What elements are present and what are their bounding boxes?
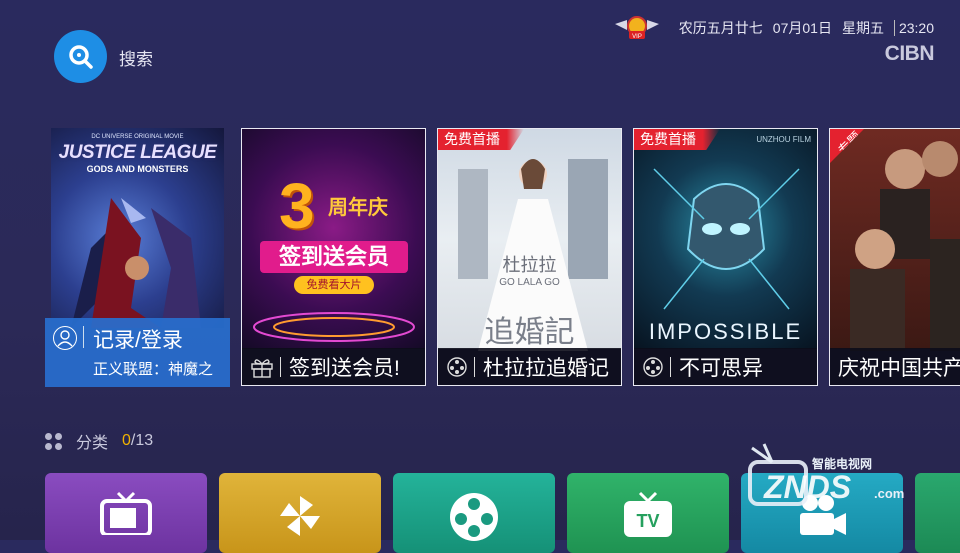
free-premiere-badge: 免费首播 <box>438 129 524 150</box>
anniversary-subtag: 免费看大片 <box>294 276 374 294</box>
search-icon <box>68 44 93 69</box>
impossible-poster: UNZHOU FILM IMPOSSIBLE <box>634 129 817 349</box>
tv-box-icon: TV <box>624 491 672 537</box>
justice-league-poster: DC UNIVERSE ORIGINAL MOVIE JUSTICE LEAGU… <box>51 128 224 328</box>
card-title: 不可思异 <box>679 356 763 380</box>
pinwheel-icon <box>280 496 320 536</box>
card-title: 杜拉拉追婚记 <box>483 356 609 380</box>
svg-text:TV: TV <box>636 511 659 531</box>
heroes-illustration <box>71 198 201 328</box>
anniversary-poster: 3 周年庆 签到送会员 免费看大片 <box>242 129 425 349</box>
gift-icon <box>251 358 273 378</box>
status-divider <box>893 20 895 36</box>
poster-main-title: 追婚記 <box>484 316 575 349</box>
alien-illustration <box>653 168 800 310</box>
watermark-logo: ZNDS <box>763 469 852 505</box>
category-total: /13 <box>130 432 154 449</box>
category-tile-series[interactable]: TV <box>567 473 729 553</box>
card-anniversary[interactable]: 3 周年庆 签到送会员 免费看大片 签到送会员! <box>241 128 426 386</box>
znds-watermark: 智能电视网 ZNDS .com <box>748 443 904 506</box>
login-title: 记录/登录 <box>93 329 183 352</box>
category-tile-tv[interactable] <box>45 473 207 553</box>
card-go-lala-go[interactable]: 杜拉拉 GO LALA GO 追婚記 免费首播 杜拉拉追婚记 <box>437 128 622 386</box>
category-label: 分类 <box>76 435 109 452</box>
category-tile-kids[interactable] <box>219 473 381 553</box>
anniversary-number: 3 <box>279 170 315 242</box>
special-topic-poster <box>830 129 960 351</box>
card-special-topic[interactable]: 专题 庆祝中国共产 <box>829 128 960 386</box>
anniversary-word: 周年庆 <box>328 197 388 219</box>
portraits-illustration <box>850 141 960 351</box>
caption-divider <box>280 356 281 377</box>
poster-tagline: DC UNIVERSE ORIGINAL MOVIE <box>91 134 184 140</box>
search-label[interactable]: 搜索 <box>119 45 153 70</box>
card-caption: 杜拉拉追婚记 <box>438 348 621 385</box>
caption-divider <box>670 356 671 377</box>
vip-badge-icon: VIP <box>614 16 659 40</box>
free-premiere-badge: 免费首播 <box>634 129 720 150</box>
poster-title: JUSTICE LEAGUE <box>58 142 217 163</box>
lala-poster: 杜拉拉 GO LALA GO 追婚記 <box>438 129 621 351</box>
category-current: 0 <box>122 432 131 449</box>
status-bar: VIP 农历五月廿七 07月01日 星期五 23:20 <box>613 16 934 40</box>
login-divider <box>83 326 84 348</box>
card-caption: 不可思异 <box>634 348 817 385</box>
date: 07月01日 <box>772 20 832 36</box>
weekday: 星期五 <box>841 20 884 36</box>
category-counter: 0/13 <box>122 432 153 450</box>
card-title: 签到送会员! <box>289 356 400 380</box>
search-button[interactable] <box>54 30 107 83</box>
film-reel-icon <box>643 356 663 377</box>
user-icon <box>53 326 77 350</box>
history-login-card[interactable]: DC UNIVERSE ORIGINAL MOVIE JUSTICE LEAGU… <box>45 128 230 387</box>
last-watched: 正义联盟：神魔之 <box>93 361 214 378</box>
category-header: 分类 0/13 <box>45 429 153 453</box>
poster-cn-title: 杜拉拉 <box>502 255 557 275</box>
watermark-domain: .com <box>874 486 904 501</box>
card-impossible[interactable]: UNZHOU FILM IMPOSSIBLE 免费首播 不可思异 <box>633 128 818 386</box>
login-panel[interactable]: 记录/登录 正义联盟：神魔之 <box>45 318 230 387</box>
tv-icon <box>100 491 152 535</box>
clock: 23:20 <box>898 20 934 36</box>
card-caption: 庆祝中国共产 <box>830 348 960 385</box>
card-title: 庆祝中国共产 <box>838 356 960 380</box>
svg-text:VIP: VIP <box>632 34 642 40</box>
brand-logo: CIBN <box>884 42 935 65</box>
card-caption: 签到送会员! <box>242 348 425 385</box>
film-reel-icon <box>447 356 467 377</box>
poster-subtitle: GODS AND MONSTERS <box>86 164 189 174</box>
anniversary-banner: 签到送会员 <box>260 241 408 273</box>
poster-en-title: GO LALA GO <box>499 277 560 288</box>
lunar-date: 农历五月廿七 <box>678 20 763 36</box>
category-grid-icon <box>45 432 62 450</box>
film-reel-icon <box>450 493 498 541</box>
caption-divider <box>474 356 475 377</box>
poster-title: IMPOSSIBLE <box>648 319 803 344</box>
category-tile-movie[interactable] <box>393 473 555 553</box>
